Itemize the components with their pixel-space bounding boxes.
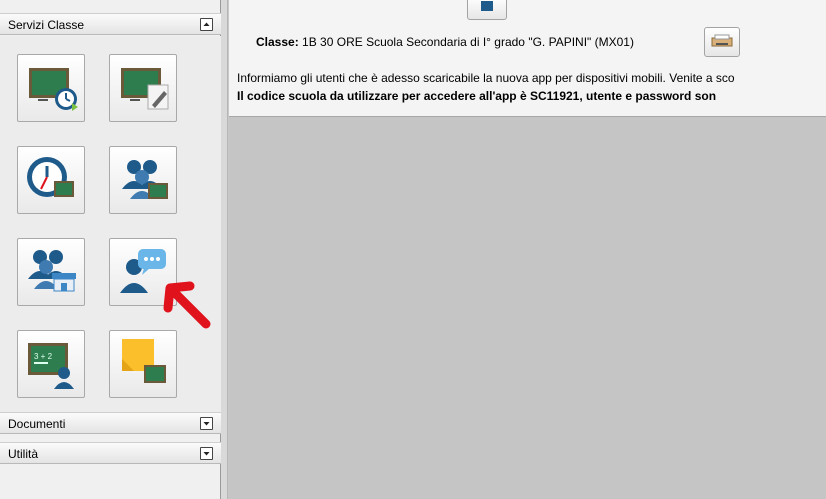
collapse-up-icon[interactable]: [200, 18, 213, 31]
classe-row: Classe: 1B 30 ORE Scuola Secondaria di I…: [256, 35, 634, 49]
printer-icon: [711, 34, 733, 47]
blackboard-edit-icon: [121, 68, 169, 110]
annotation-arrow-icon: [163, 281, 211, 329]
section-header-documenti[interactable]: Documenti: [0, 412, 221, 434]
info-message: Informiamo gli utenti che è adesso scari…: [237, 71, 735, 85]
students-store-icon: [28, 250, 76, 292]
section-header-servizi-classe[interactable]: Servizi Classe: [0, 13, 221, 35]
tile-blackboard-clock[interactable]: [17, 54, 85, 122]
sidebar: Servizi Classe 3 + 2 Documenti Utilità: [0, 0, 221, 499]
servizi-classe-panel: 3 + 2: [0, 36, 221, 412]
classe-label: Classe:: [256, 35, 299, 49]
print-button[interactable]: [704, 27, 740, 57]
tile-blackboard-math-user[interactable]: 3 + 2: [17, 330, 85, 398]
section-label: Servizi Classe: [8, 18, 85, 32]
tile-blackboard-edit[interactable]: [109, 54, 177, 122]
user-icon: [481, 1, 493, 11]
tile-clock-blackboard[interactable]: [17, 146, 85, 214]
section-label: Documenti: [8, 417, 66, 431]
top-toolbar-button[interactable]: [467, 0, 507, 20]
section-label: Utilità: [8, 447, 39, 461]
svg-text:3 + 2: 3 + 2: [34, 352, 53, 361]
classe-value: 1B 30 ORE Scuola Secondaria di I° grado …: [302, 35, 634, 49]
expand-down-icon[interactable]: [200, 417, 213, 430]
students-blackboard-icon: [122, 160, 168, 199]
school-code-message: Il codice scuola da utilizzare per acced…: [237, 89, 717, 103]
tile-sticky-note-blackboard[interactable]: [109, 330, 177, 398]
section-header-utilita[interactable]: Utilità: [0, 442, 221, 464]
blackboard-math-user-icon: 3 + 2: [28, 343, 74, 389]
sidebar-splitter[interactable]: [221, 0, 228, 499]
tile-students-blackboard[interactable]: [109, 146, 177, 214]
sticky-note-blackboard-icon: [122, 339, 166, 383]
tile-students-store[interactable]: [17, 238, 85, 306]
expand-down-icon[interactable]: [200, 447, 213, 460]
clock-blackboard-icon: [27, 157, 74, 197]
content-area: [229, 117, 826, 499]
class-info-panel: Classe: 1B 30 ORE Scuola Secondaria di I…: [229, 0, 826, 117]
blackboard-clock-icon: [29, 68, 78, 111]
